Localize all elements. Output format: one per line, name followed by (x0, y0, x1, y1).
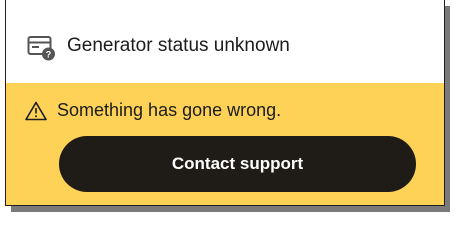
status-card: ? Generator status unknown Something has… (5, 0, 445, 206)
card-shadow-right (445, 6, 450, 212)
error-alert-panel: Something has gone wrong. Contact suppor… (6, 83, 444, 205)
card-shadow-bottom (11, 206, 450, 212)
card-header: ? Generator status unknown (6, 16, 444, 74)
alert-message: Something has gone wrong. (57, 100, 282, 120)
warning-icon (25, 101, 47, 121)
generator-unknown-icon: ? (27, 34, 57, 62)
card-title: Generator status unknown (67, 35, 290, 56)
contact-support-button[interactable]: Contact support (59, 136, 416, 192)
svg-text:?: ? (46, 49, 52, 59)
